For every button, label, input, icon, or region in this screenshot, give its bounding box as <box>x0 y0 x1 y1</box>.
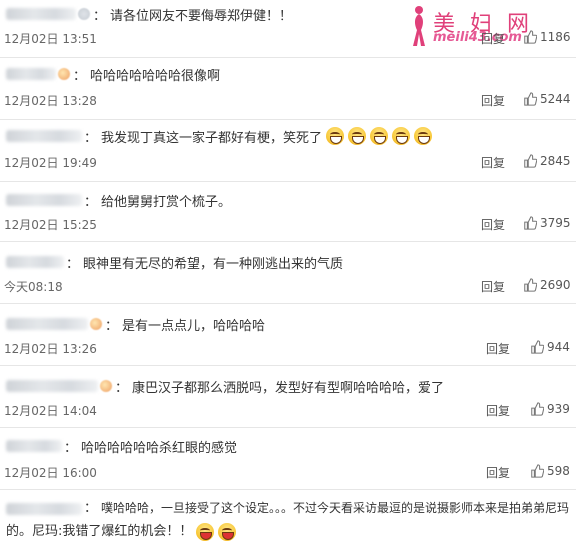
username-blurred[interactable] <box>6 380 98 392</box>
comment-item: ： 哈哈哈哈哈哈哈很像啊 12月02日 13:28 回复 5244 <box>0 58 576 120</box>
thumbs-up-icon <box>524 216 537 230</box>
laughing-emoji-icon <box>392 127 411 145</box>
like-button[interactable]: 598 <box>530 464 570 478</box>
laughing-emoji-icon <box>326 127 345 145</box>
username-blurred[interactable] <box>6 194 82 206</box>
username-blurred[interactable] <box>6 502 82 515</box>
reply-button[interactable]: 回复 <box>481 216 505 233</box>
username-blurred[interactable] <box>6 318 88 330</box>
thumbs-up-icon <box>524 92 537 106</box>
like-count: 3795 <box>540 216 571 230</box>
comment-text: 眼神里有无尽的希望，有一种刚逃出来的气质 <box>83 256 344 272</box>
thumbs-up-icon <box>531 464 544 478</box>
thumbs-up-icon <box>524 154 537 168</box>
comment-text: 我发现丁真这一家子都好有梗，笑死了 <box>101 130 323 146</box>
like-button[interactable]: 1186 <box>523 30 571 44</box>
comment-text: 给他舅舅打赏个梳子。 <box>101 194 232 210</box>
reply-button[interactable]: 回复 <box>486 464 510 481</box>
reply-button[interactable]: 回复 <box>486 340 510 357</box>
comment-text: 哈哈哈哈哈哈杀红眼的感觉 <box>81 440 238 456</box>
like-button[interactable]: 944 <box>530 340 570 354</box>
comment-text: 哈哈哈哈哈哈哈很像啊 <box>90 68 221 84</box>
laughing-emoji-icon <box>370 127 389 145</box>
laughing-emoji-icon <box>218 522 237 541</box>
reply-button[interactable]: 回复 <box>481 278 505 295</box>
laughing-emoji-icon <box>196 522 215 541</box>
like-button[interactable]: 939 <box>530 402 570 416</box>
comment-text-continued: 的。尼玛:我错了爆红的机会！！ <box>6 524 193 539</box>
avatar <box>78 8 90 20</box>
thumbs-up-icon <box>524 278 537 292</box>
like-count: 2845 <box>540 154 571 168</box>
comment-item: ： 康巴汉子都那么洒脱吗，发型好有型啊哈哈哈哈，爱了 12月02日 14:04 … <box>0 366 576 428</box>
comment-timestamp: 12月02日 13:26 <box>4 342 97 356</box>
reply-button[interactable]: 回复 <box>481 30 505 47</box>
like-button[interactable]: 2690 <box>523 278 571 292</box>
reply-button[interactable]: 回复 <box>486 402 510 419</box>
avatar <box>58 68 70 80</box>
like-count: 944 <box>547 340 570 354</box>
comment-item: ： 是有一点点儿，哈哈哈哈 12月02日 13:26 回复 944 <box>0 304 576 366</box>
comment-timestamp: 12月02日 13:28 <box>4 94 97 108</box>
username-blurred[interactable] <box>6 68 56 80</box>
comment-item: ： 请各位网友不要侮辱郑伊健！！ 12月02日 13:51 回复 1186 <box>0 0 576 58</box>
comment-text: 康巴汉子都那么洒脱吗，发型好有型啊哈哈哈哈，爱了 <box>132 380 445 396</box>
like-count: 5244 <box>540 92 571 106</box>
comment-timestamp: 12月02日 14:04 <box>4 404 97 418</box>
comment-item: ： 给他舅舅打赏个梳子。 12月02日 15:25 回复 3795 <box>0 182 576 242</box>
like-button[interactable]: 2845 <box>523 154 571 168</box>
comment-timestamp: 12月02日 16:00 <box>4 466 97 480</box>
avatar <box>100 380 112 392</box>
username-blurred[interactable] <box>6 440 62 452</box>
username-blurred[interactable] <box>6 8 76 20</box>
avatar <box>90 318 102 330</box>
comment-timestamp: 今天08:18 <box>4 280 63 294</box>
username-blurred[interactable] <box>6 256 64 268</box>
like-button[interactable]: 3795 <box>523 216 571 230</box>
comment-item: ： 我发现丁真这一家子都好有梗，笑死了 12月02日 19:49 回复 2845 <box>0 120 576 182</box>
like-count: 939 <box>547 402 570 416</box>
comment-item: ： 噗哈哈哈，一旦接受了这个设定。。。不过今天看采访最逗的是说摄影师本来是拍弟弟… <box>6 497 572 543</box>
username-blurred[interactable] <box>6 130 82 142</box>
comment-text: 请各位网友不要侮辱郑伊健！！ <box>110 8 293 24</box>
laughing-emoji-icon <box>414 127 433 145</box>
comment-timestamp: 12月02日 15:25 <box>4 218 97 232</box>
reply-button[interactable]: 回复 <box>481 92 505 109</box>
comment-text: 是有一点点儿，哈哈哈哈 <box>122 318 266 334</box>
thumbs-up-icon <box>524 30 537 44</box>
like-count: 1186 <box>540 30 571 44</box>
thumbs-up-icon <box>531 340 544 354</box>
comment-timestamp: 12月02日 13:51 <box>4 32 97 46</box>
comment-text: 噗哈哈哈，一旦接受了这个设定。。。不过今天看采访最逗的是说摄影师本来是拍弟弟尼玛 <box>101 501 570 515</box>
like-count: 2690 <box>540 278 571 292</box>
thumbs-up-icon <box>531 402 544 416</box>
comment-timestamp: 12月02日 19:49 <box>4 156 97 170</box>
laughing-emoji-icon <box>348 127 367 145</box>
reply-button[interactable]: 回复 <box>481 154 505 171</box>
like-count: 598 <box>547 464 570 478</box>
comment-item: ： 眼神里有无尽的希望，有一种刚逃出来的气质 今天08:18 回复 2690 <box>0 242 576 304</box>
like-button[interactable]: 5244 <box>523 92 571 106</box>
comment-item: ： 哈哈哈哈哈哈杀红眼的感觉 12月02日 16:00 回复 598 <box>0 428 576 490</box>
